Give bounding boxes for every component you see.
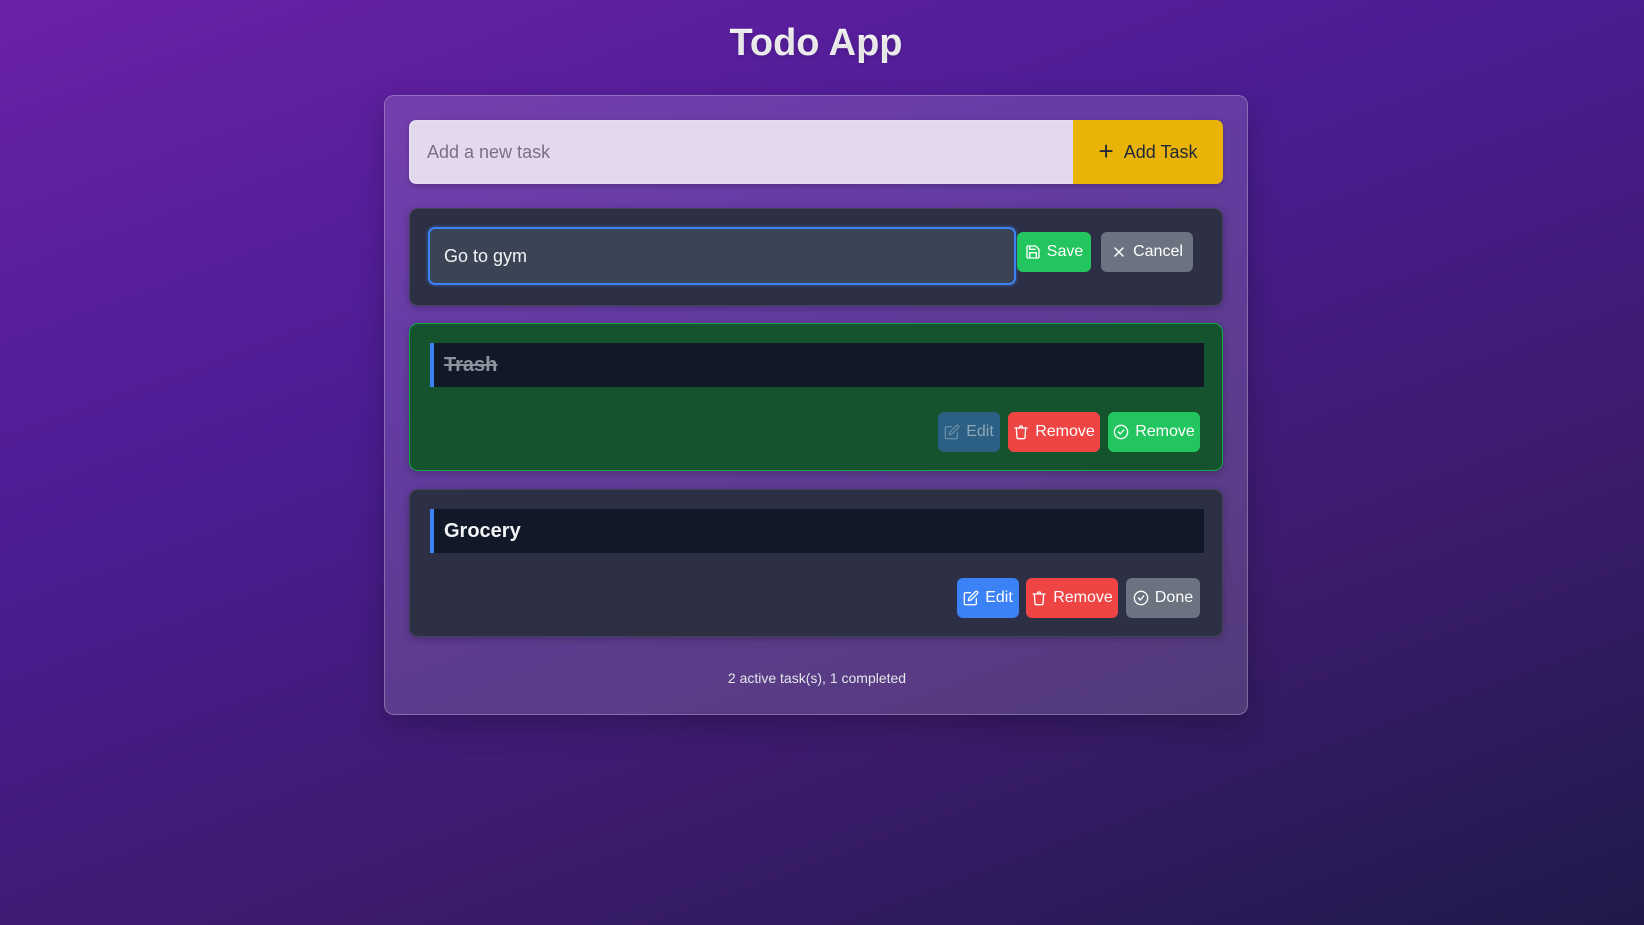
edit-label: Edit (966, 423, 994, 440)
trash-icon (1014, 425, 1028, 440)
task-status: 2 active task(s), 1 completed (727, 670, 907, 686)
task-item-editing: Save Cancel (409, 208, 1223, 306)
toggle-complete-button[interactable]: Remove (1108, 412, 1200, 452)
toggle-label: Remove (1135, 423, 1195, 440)
edit-icon (963, 590, 979, 606)
add-task-form: + Add Task (409, 120, 1223, 184)
todo-card: + Add Task Save Cancel Trash (384, 95, 1248, 715)
remove-label: Remove (1053, 589, 1113, 606)
task-item-completed: Trash Edit Remove Remove (409, 323, 1223, 471)
trash-icon (1032, 591, 1046, 606)
close-icon (1114, 247, 1124, 257)
save-label: Save (1046, 243, 1084, 260)
edit-icon (944, 424, 960, 440)
save-button[interactable]: Save (1017, 232, 1091, 272)
add-task-label: Add Task (1123, 141, 1198, 162)
remove-button[interactable]: Remove (1008, 412, 1100, 452)
add-task-button[interactable]: + Add Task (1073, 120, 1223, 184)
app-title: Todo App (0, 22, 1632, 65)
task-item-active: Grocery Edit Remove Done (409, 489, 1223, 637)
edit-task-input[interactable] (428, 227, 1016, 285)
task-text: Trash (430, 343, 1204, 387)
toggle-complete-button[interactable]: Done (1126, 578, 1200, 618)
cancel-label: Cancel (1133, 243, 1183, 260)
edit-label: Edit (985, 589, 1013, 606)
cancel-button[interactable]: Cancel (1101, 232, 1193, 272)
edit-button[interactable]: Edit (938, 412, 1000, 452)
plus-icon: + (1098, 136, 1114, 166)
edit-button[interactable]: Edit (957, 578, 1019, 618)
task-text: Grocery (430, 509, 1204, 553)
check-circle-icon (1113, 424, 1129, 440)
check-circle-icon (1133, 590, 1149, 606)
save-icon (1026, 245, 1040, 259)
new-task-input[interactable] (409, 120, 1073, 184)
toggle-label: Done (1154, 589, 1194, 606)
remove-label: Remove (1035, 423, 1095, 440)
remove-button[interactable]: Remove (1026, 578, 1118, 618)
